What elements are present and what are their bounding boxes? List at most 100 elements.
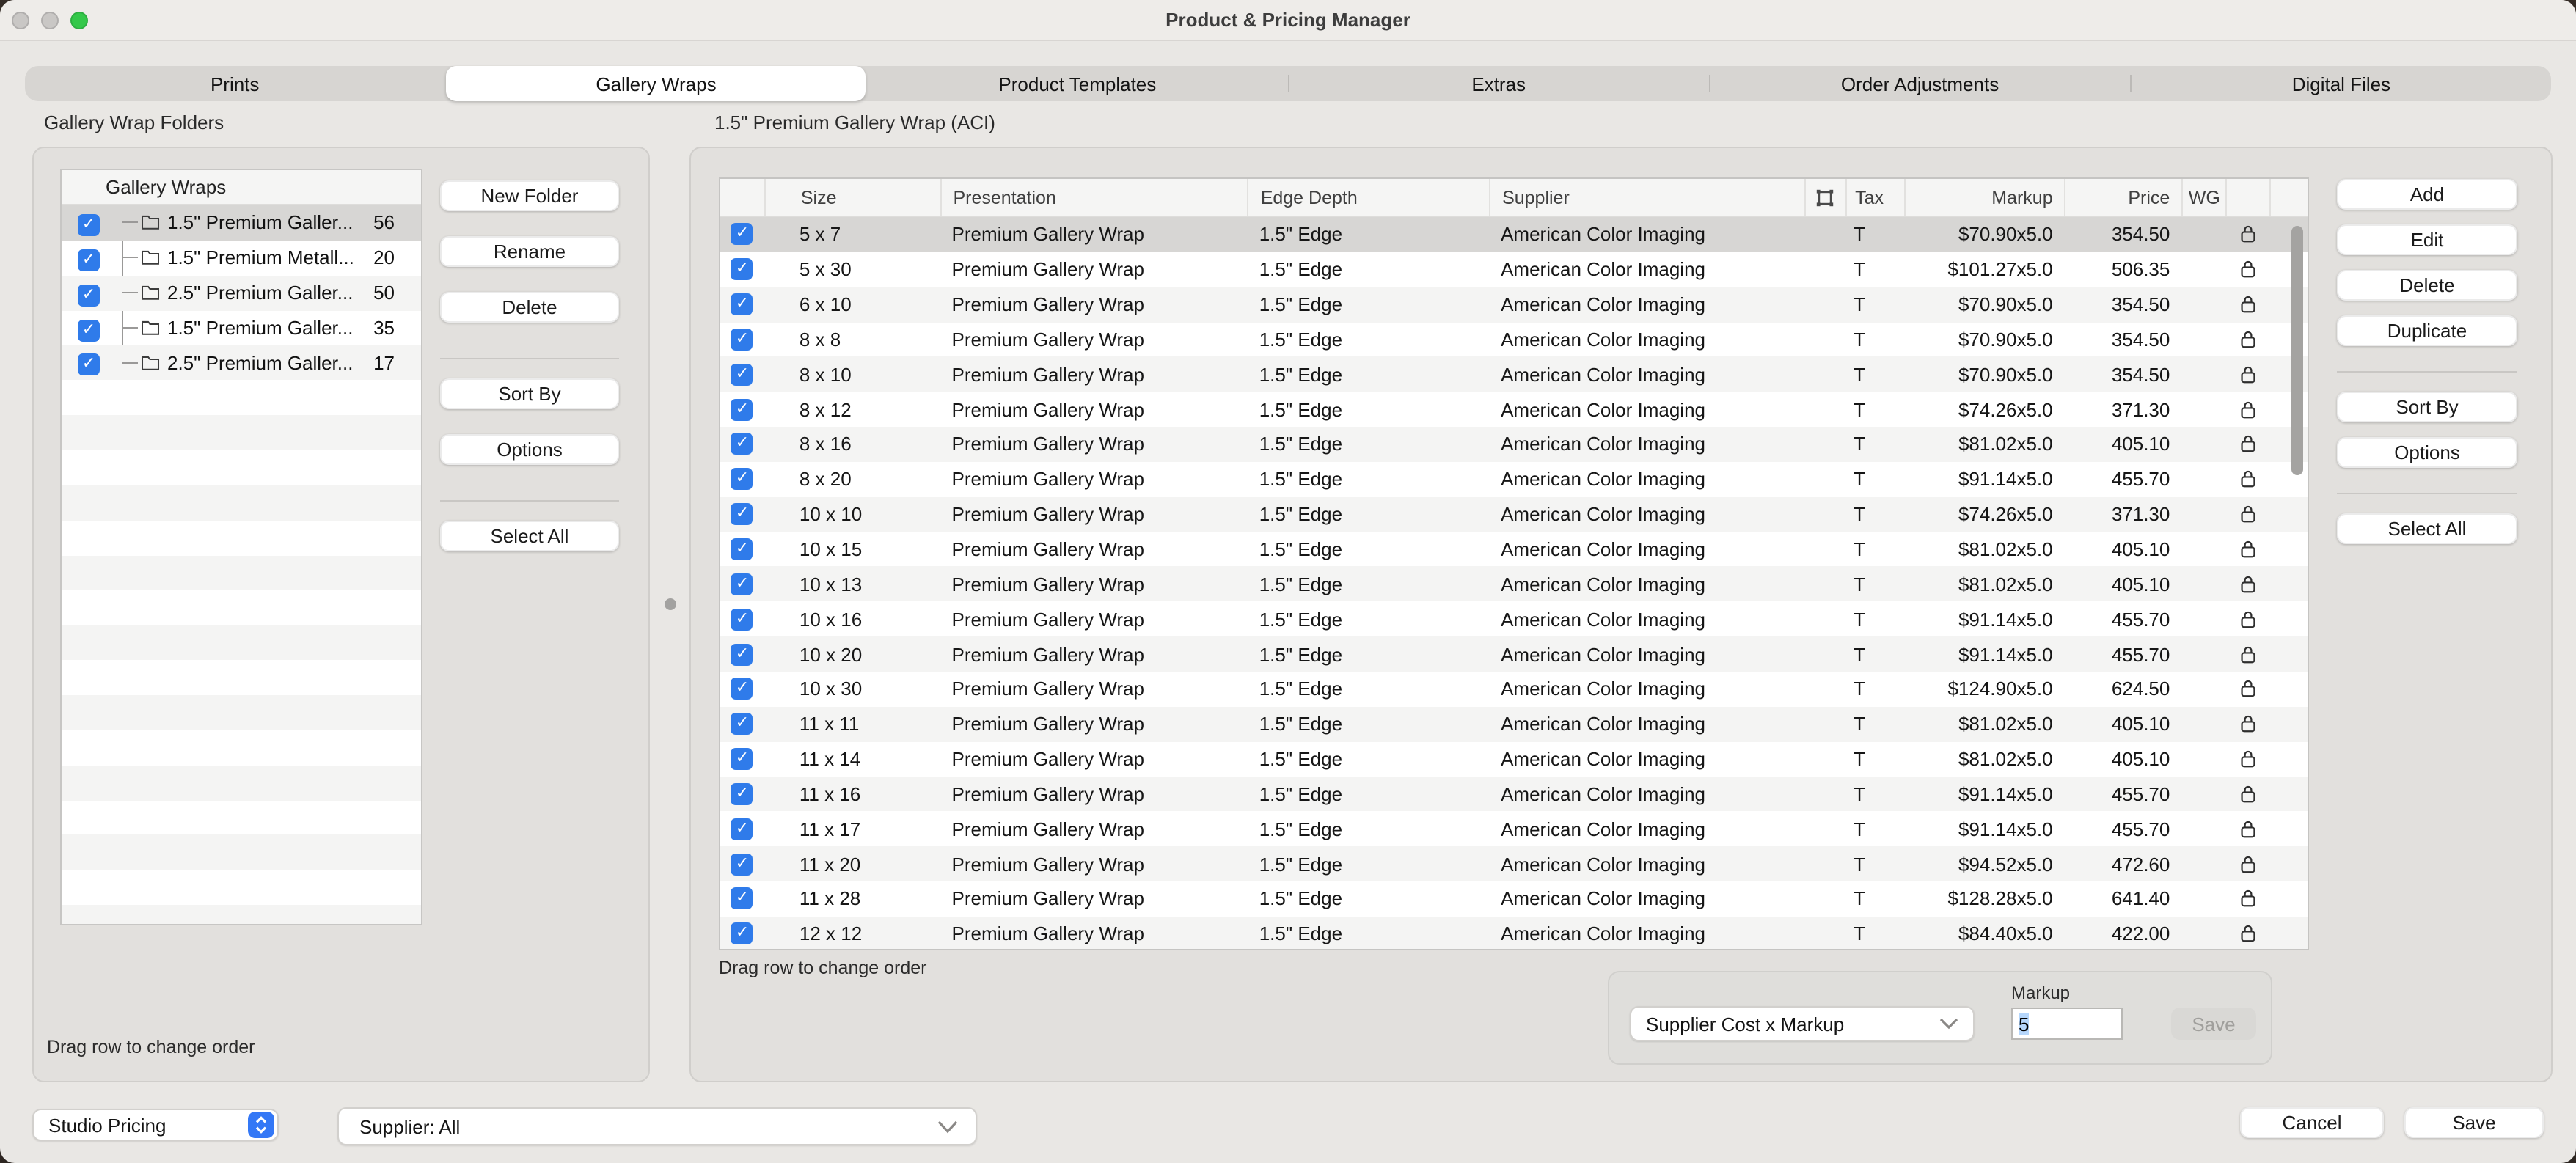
close-window-icon[interactable] [12,12,29,29]
checkbox-checked-icon[interactable]: ✓ [731,923,753,945]
select-all-folders-button[interactable]: Select All [440,521,619,551]
tab-digital-files[interactable]: Digital Files [2132,66,2551,101]
col-spare[interactable] [2269,179,2308,216]
table-row[interactable]: ✓11 x 14Premium Gallery Wrap1.5" EdgeAme… [720,741,2308,777]
checkbox-checked-icon[interactable]: ✓ [731,364,753,386]
col-presentation[interactable]: Presentation [940,179,1248,216]
tab-gallery-wraps[interactable]: Gallery Wraps [446,66,866,101]
table-row[interactable]: ✓10 x 10Premium Gallery Wrap1.5" EdgeAme… [720,497,2308,532]
col-edge-depth[interactable]: Edge Depth [1248,179,1489,216]
checkbox-checked-icon[interactable]: ✓ [731,748,753,770]
divider [2337,493,2517,494]
pricing-mode-popup[interactable]: Studio Pricing [32,1109,279,1141]
checkbox-checked-icon[interactable]: ✓ [78,319,100,341]
checkbox-checked-icon[interactable]: ✓ [731,818,753,840]
cancel-button[interactable]: Cancel [2240,1107,2384,1138]
cell-supplier: American Color Imaging [1489,462,1804,497]
table-row[interactable]: ✓10 x 13Premium Gallery Wrap1.5" EdgeAme… [720,567,2308,602]
folder-row[interactable]: ✓2.5" Premium Galler...17 [62,345,421,381]
col-tax[interactable]: Tax [1845,179,1903,216]
minimize-window-icon[interactable] [41,12,59,29]
table-row[interactable]: ✓11 x 16Premium Gallery Wrap1.5" EdgeAme… [720,777,2308,812]
checkbox-checked-icon[interactable]: ✓ [731,224,753,246]
panel-splitter-handle[interactable] [665,598,676,610]
table-row[interactable]: ✓8 x 10Premium Gallery Wrap1.5" EdgeAmer… [720,357,2308,392]
add-button[interactable]: Add [2337,179,2517,210]
table-row[interactable]: ✓10 x 16Premium Gallery Wrap1.5" EdgeAme… [720,602,2308,637]
select-all-products-button[interactable]: Select All [2337,513,2517,544]
pricing-method-select[interactable]: Supplier Cost x Markup [1630,1006,1975,1041]
zoom-window-icon[interactable] [70,12,88,29]
folder-list-header[interactable]: Gallery Wraps [62,170,421,205]
new-folder-button[interactable]: New Folder [440,180,619,211]
supplier-filter-select[interactable]: Supplier: All [337,1107,977,1145]
save-button[interactable]: Save [2404,1107,2544,1138]
pricing-save-button[interactable]: Save [2171,1008,2256,1040]
empty-row [62,415,421,450]
col-checkbox[interactable] [720,179,764,216]
table-row[interactable]: ✓8 x 20Premium Gallery Wrap1.5" EdgeAmer… [720,462,2308,497]
table-row[interactable]: ✓6 x 10Premium Gallery Wrap1.5" EdgeAmer… [720,287,2308,322]
table-row[interactable]: ✓8 x 8Premium Gallery Wrap1.5" EdgeAmeri… [720,322,2308,357]
table-row[interactable]: ✓10 x 30Premium Gallery Wrap1.5" EdgeAme… [720,672,2308,707]
tab-product-templates[interactable]: Product Templates [868,66,1287,101]
checkbox-checked-icon[interactable]: ✓ [731,888,753,910]
checkbox-checked-icon[interactable]: ✓ [731,608,753,630]
folder-row[interactable]: ✓1.5" Premium Metall...20 [62,241,421,276]
checkbox-checked-icon[interactable]: ✓ [78,354,100,376]
checkbox-checked-icon[interactable]: ✓ [731,293,753,315]
table-row[interactable]: ✓8 x 12Premium Gallery Wrap1.5" EdgeAmer… [720,392,2308,427]
sort-by-folders-button[interactable]: Sort By [440,378,619,409]
checkbox-checked-icon[interactable]: ✓ [731,398,753,420]
frame-icon[interactable] [1804,179,1845,216]
tab-prints[interactable]: Prints [25,66,444,101]
options-folders-button[interactable]: Options [440,434,619,465]
checkbox-checked-icon[interactable]: ✓ [731,783,753,805]
sort-by-products-button[interactable]: Sort By [2337,392,2517,422]
checkbox-checked-icon[interactable]: ✓ [731,503,753,525]
cell-supplier: American Color Imaging [1489,777,1804,812]
options-products-button[interactable]: Options [2337,437,2517,468]
col-wg[interactable]: WG [2181,179,2225,216]
checkbox-checked-icon[interactable]: ✓ [731,853,753,875]
tab-extras[interactable]: Extras [1289,66,1708,101]
checkbox-checked-icon[interactable]: ✓ [731,538,753,560]
tab-order-adjustments[interactable]: Order Adjustments [1710,66,2129,101]
folder-row[interactable]: ✓1.5" Premium Galler...56 [62,205,421,241]
folder-row[interactable]: ✓1.5" Premium Galler...35 [62,310,421,345]
folder-row[interactable]: ✓2.5" Premium Galler...50 [62,275,421,310]
table-row[interactable]: ✓5 x 7Premium Gallery Wrap1.5" EdgeAmeri… [720,217,2308,252]
col-markup[interactable]: Markup [1903,179,2065,216]
checkbox-checked-icon[interactable]: ✓ [78,249,100,271]
table-row[interactable]: ✓10 x 15Premium Gallery Wrap1.5" EdgeAme… [720,532,2308,567]
table-row[interactable]: ✓11 x 11Premium Gallery Wrap1.5" EdgeAme… [720,707,2308,742]
checkbox-checked-icon[interactable]: ✓ [731,329,753,351]
delete-product-button[interactable]: Delete [2337,270,2517,301]
rename-button[interactable]: Rename [440,236,619,267]
delete-folder-button[interactable]: Delete [440,292,619,323]
table-row[interactable]: ✓11 x 20Premium Gallery Wrap1.5" EdgeAme… [720,846,2308,881]
checkbox-checked-icon[interactable]: ✓ [78,284,100,306]
col-size[interactable]: Size [764,179,940,216]
col-price[interactable]: Price [2065,179,2182,216]
table-row[interactable]: ✓11 x 17Premium Gallery Wrap1.5" EdgeAme… [720,812,2308,847]
checkbox-checked-icon[interactable]: ✓ [731,469,753,491]
markup-input[interactable]: 5 [2011,1008,2123,1040]
checkbox-checked-icon[interactable]: ✓ [78,214,100,236]
checkbox-checked-icon[interactable]: ✓ [731,678,753,700]
edit-button[interactable]: Edit [2337,224,2517,255]
duplicate-button[interactable]: Duplicate [2337,315,2517,346]
scrollbar-thumb[interactable] [2291,226,2303,475]
table-row[interactable]: ✓5 x 30Premium Gallery Wrap1.5" EdgeAmer… [720,252,2308,287]
col-lock[interactable] [2225,179,2269,216]
checkbox-checked-icon[interactable]: ✓ [731,713,753,735]
checkbox-checked-icon[interactable]: ✓ [731,259,753,281]
table-row[interactable]: ✓10 x 20Premium Gallery Wrap1.5" EdgeAme… [720,636,2308,672]
checkbox-checked-icon[interactable]: ✓ [731,433,753,455]
checkbox-checked-icon[interactable]: ✓ [731,573,753,595]
table-row[interactable]: ✓12 x 12Premium Gallery Wrap1.5" EdgeAme… [720,917,2308,950]
col-supplier[interactable]: Supplier [1489,179,1804,216]
checkbox-checked-icon[interactable]: ✓ [731,643,753,665]
table-row[interactable]: ✓11 x 28Premium Gallery Wrap1.5" EdgeAme… [720,881,2308,917]
table-row[interactable]: ✓8 x 16Premium Gallery Wrap1.5" EdgeAmer… [720,427,2308,462]
